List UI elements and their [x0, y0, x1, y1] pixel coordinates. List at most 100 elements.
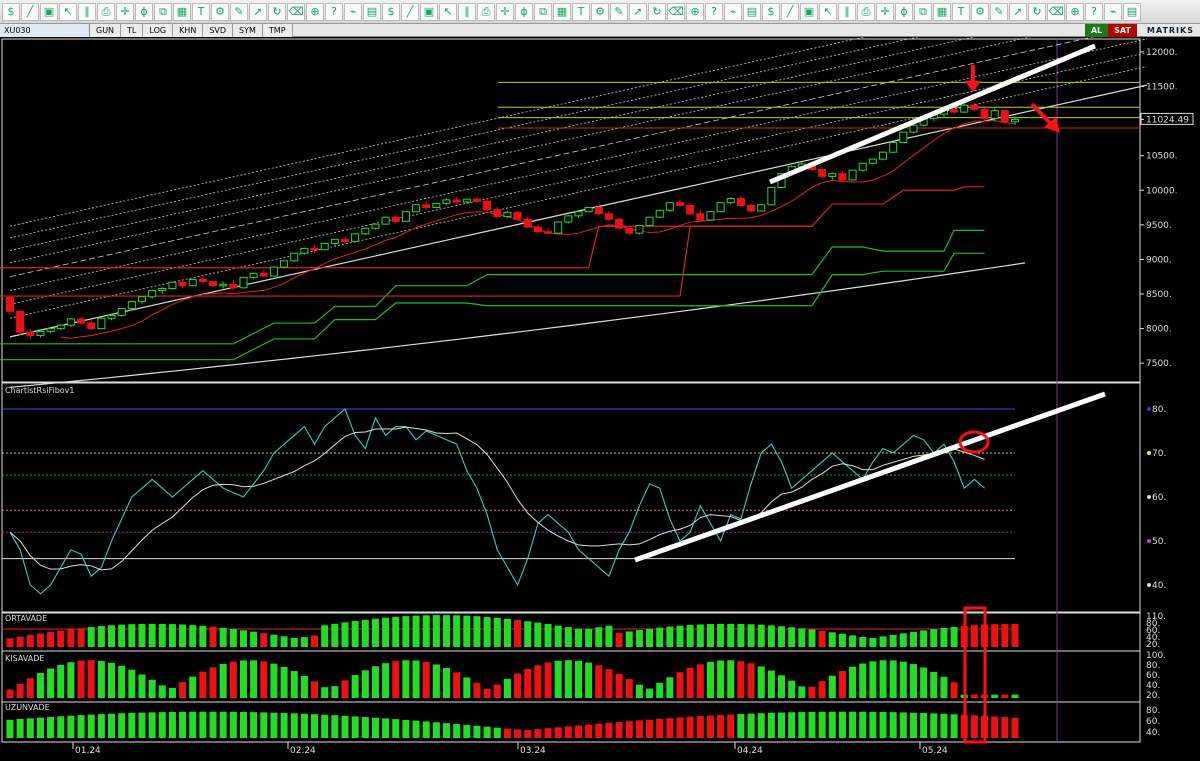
help-icon[interactable]: ⌁ — [1104, 2, 1122, 21]
print-icon[interactable]: ϕ — [895, 2, 913, 21]
chart-icon[interactable]: ╱ — [781, 2, 799, 21]
candle-body — [615, 218, 624, 229]
ortavade-bar — [36, 633, 44, 647]
save-icon[interactable]: ▣ — [800, 2, 818, 21]
refresh-icon[interactable]: ⌫ — [1047, 2, 1065, 21]
kisavade-bar — [77, 660, 85, 698]
tab-log[interactable]: LOG — [143, 23, 174, 37]
fib-icon[interactable]: ϕ — [515, 2, 533, 21]
copy-icon[interactable]: ⧉ — [914, 2, 932, 21]
grid-icon[interactable]: ▦ — [173, 2, 191, 21]
resistance-line — [0, 186, 985, 269]
candle-body — [899, 131, 908, 144]
dollar-icon[interactable]: ▣ — [40, 2, 58, 21]
fib-icon[interactable]: ▦ — [553, 2, 571, 21]
zoom-icon[interactable]: ? — [705, 2, 723, 21]
settings-icon[interactable]: ✎ — [990, 2, 1008, 21]
tab-tmp[interactable]: TMP — [262, 23, 293, 37]
kisavade-bar — [331, 686, 339, 698]
cursor-icon[interactable]: ∥ — [78, 2, 96, 21]
magnet-icon[interactable]: $ — [382, 2, 400, 21]
uzunvade-bar — [107, 713, 116, 738]
save-icon[interactable]: ∥ — [838, 2, 856, 21]
candle-body — [625, 227, 634, 234]
help-icon[interactable]: ? — [1085, 2, 1103, 21]
channel-icon[interactable]: ✛ — [496, 2, 514, 21]
cursor-icon[interactable]: ↖ — [59, 2, 77, 21]
print-icon[interactable]: ✛ — [876, 2, 894, 21]
arrow-icon[interactable]: ➚ — [629, 2, 647, 21]
line-icon[interactable]: ↖ — [439, 2, 457, 21]
zoom-icon[interactable]: ⌁ — [724, 2, 742, 21]
crosshair-icon[interactable]: ✛ — [116, 2, 134, 21]
cursor-icon[interactable]: ⎙ — [97, 2, 115, 21]
chart-tabbar: XU030 GUN TL LOG KHN SVD SYM TMP AL SAT … — [0, 23, 1200, 37]
crosshair-icon[interactable]: ⧉ — [154, 2, 172, 21]
tab-khn[interactable]: KHN — [173, 23, 204, 37]
chart-canvas[interactable]: 12000. 11500. 11024.49 10500. 10000. 9500. 900… — [0, 37, 1200, 761]
arrow-icon[interactable]: ↻ — [648, 2, 666, 21]
candle-body — [97, 317, 106, 330]
crosshair-icon[interactable]: ϕ — [135, 2, 153, 21]
uzunvade-bar — [26, 718, 34, 738]
grid-icon[interactable]: T — [192, 2, 210, 21]
eraser-icon[interactable]: ? — [325, 2, 343, 21]
tools-icon[interactable]: ✎ — [230, 2, 248, 21]
uzunvade-bar — [798, 712, 806, 738]
tools-icon[interactable]: ↻ — [268, 2, 286, 21]
grid-icon[interactable]: ⚙ — [211, 2, 229, 21]
symbol-field[interactable]: XU030 — [0, 23, 90, 37]
magnet-icon[interactable]: ⌁ — [344, 2, 362, 21]
kisavade-bar — [290, 671, 298, 698]
kisavade-bar — [676, 672, 684, 698]
text-icon[interactable]: ⚙ — [591, 2, 609, 21]
kisavade-bar — [311, 681, 319, 698]
tab-gun[interactable]: GUN — [90, 23, 122, 37]
line-icon[interactable]: ╱ — [401, 2, 419, 21]
tab-svd[interactable]: SVD — [203, 23, 234, 37]
candle-body — [290, 252, 299, 262]
kisavade-bar — [727, 660, 735, 698]
ortavade-bar — [828, 632, 836, 647]
text-icon[interactable]: ✎ — [610, 2, 628, 21]
dollar-icon[interactable]: ╱ — [21, 2, 39, 21]
chart-icon[interactable]: $ — [762, 2, 780, 21]
chart-icon[interactable]: ▤ — [743, 2, 761, 21]
text-icon[interactable]: T — [572, 2, 590, 21]
help-icon[interactable]: ▤ — [1123, 2, 1141, 21]
line-icon[interactable]: ▣ — [420, 2, 438, 21]
uzunvade-bar — [432, 722, 440, 738]
channel-icon[interactable]: ⎙ — [477, 2, 495, 21]
print-icon[interactable]: ⎙ — [857, 2, 875, 21]
zoom-icon[interactable]: ⊕ — [686, 2, 704, 21]
eraser-icon[interactable]: ⌫ — [287, 2, 305, 21]
eraser-icon[interactable]: ⊕ — [306, 2, 324, 21]
tab-tl[interactable]: TL — [121, 23, 144, 37]
refresh-icon[interactable]: ↻ — [1028, 2, 1046, 21]
settings-icon[interactable]: ⚙ — [971, 2, 989, 21]
candle-body — [848, 169, 857, 181]
dollar-icon[interactable]: $ — [2, 2, 20, 21]
tools-icon[interactable]: ➚ — [249, 2, 267, 21]
save-icon[interactable]: ↖ — [819, 2, 837, 21]
channel-icon[interactable]: ∥ — [458, 2, 476, 21]
kisavade-bar — [209, 667, 217, 698]
buy-button[interactable]: AL — [1084, 23, 1109, 37]
kisavade-bar — [717, 660, 725, 698]
tab-sym[interactable]: SYM — [233, 23, 263, 37]
sell-button[interactable]: SAT — [1108, 23, 1137, 37]
kisavade-bar — [67, 662, 75, 698]
arrow-icon[interactable]: ⌫ — [667, 2, 685, 21]
uzunvade-bar — [808, 711, 816, 738]
copy-icon[interactable]: ▦ — [933, 2, 951, 21]
price-tick: 11500. — [1146, 83, 1178, 93]
kisavade-bar — [300, 675, 308, 698]
fib-icon[interactable]: ⧉ — [534, 2, 552, 21]
refresh-icon[interactable]: ⊕ — [1066, 2, 1084, 21]
copy-icon[interactable]: T — [952, 2, 970, 21]
price-tick: 8500. — [1146, 290, 1172, 300]
kisavade-bar — [229, 661, 237, 698]
ortavade-bar — [585, 628, 593, 647]
magnet-icon[interactable]: ▤ — [363, 2, 381, 21]
settings-icon[interactable]: ➚ — [1009, 2, 1027, 21]
